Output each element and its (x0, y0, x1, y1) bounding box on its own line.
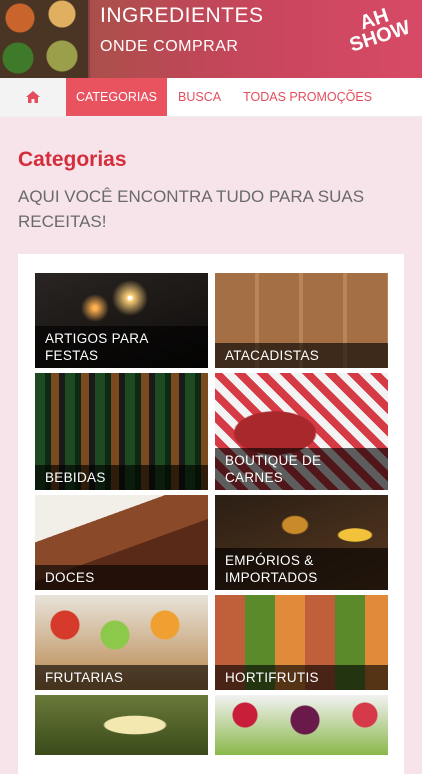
category-tile-hortifrutis[interactable]: HORTIFRUTIS (215, 595, 388, 690)
app-title: INGREDIENTES (100, 4, 264, 27)
category-tile-naturais[interactable] (215, 695, 388, 755)
category-label: FRUTARIAS (35, 665, 208, 690)
category-tile-frutarias[interactable]: FRUTARIAS (35, 595, 208, 690)
category-tile-emporios-importados[interactable]: EMPÓRIOS & IMPORTADOS (215, 495, 388, 590)
category-label: EMPÓRIOS & IMPORTADOS (215, 548, 388, 590)
header-banner: INGREDIENTES ONDE COMPRAR AH SHOW (0, 0, 422, 78)
page-description: AQUI VOCÊ ENCONTRA TUDO PARA SUAS RECEIT… (18, 187, 365, 231)
category-label: HORTIFRUTIS (215, 665, 388, 690)
home-icon (26, 91, 40, 103)
page-title: Categorias (18, 148, 127, 171)
nav-bar: CATEGORIAS BUSCA TODAS PROMOÇÕES (0, 78, 422, 117)
category-tile-artigos-para-festas[interactable]: ARTIGOS PARA FESTAS (35, 273, 208, 368)
nav-tab-categorias[interactable]: CATEGORIAS (66, 78, 167, 116)
category-image (35, 695, 208, 755)
category-tile-boutique-de-carnes[interactable]: BOUTIQUE DE CARNES (215, 373, 388, 490)
category-tile-laticinios[interactable] (35, 695, 208, 755)
categories-panel: ARTIGOS PARA FESTAS ATACADISTAS BEBIDAS … (18, 254, 404, 774)
category-tile-doces[interactable]: DOCES (35, 495, 208, 590)
category-label: ATACADISTAS (215, 343, 388, 368)
category-image (215, 695, 388, 755)
category-label: BEBIDAS (35, 465, 208, 490)
category-tile-bebidas[interactable]: BEBIDAS (35, 373, 208, 490)
category-label: DOCES (35, 565, 208, 590)
nav-tab-todas-promocoes[interactable]: TODAS PROMOÇÕES (232, 78, 383, 116)
category-label: BOUTIQUE DE CARNES (215, 448, 388, 490)
category-label: ARTIGOS PARA FESTAS (35, 326, 208, 368)
nav-tab-busca[interactable]: BUSCA (167, 78, 232, 116)
header-food-image (0, 0, 90, 78)
category-tile-atacadistas[interactable]: ATACADISTAS (215, 273, 388, 368)
nav-home[interactable] (0, 78, 66, 116)
app-subtitle: ONDE COMPRAR (100, 38, 239, 55)
